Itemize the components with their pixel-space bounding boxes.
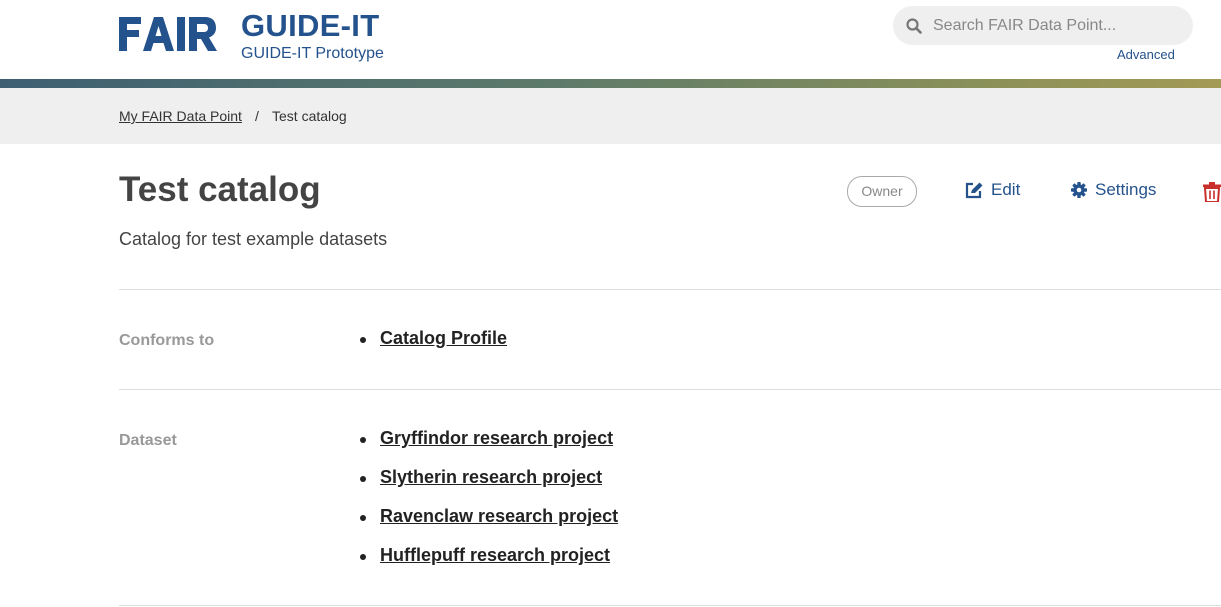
breadcrumb-separator: / [255,108,259,124]
divider [119,605,1221,606]
catalog-description: Catalog for test example datasets [119,229,388,249]
trash-icon[interactable] [1203,182,1221,202]
divider [119,289,1221,290]
breadcrumb: My FAIR Data Point / Test catalog [0,88,1221,144]
list-item: Gryffindor research project [360,428,618,467]
dataset-link-hufflepuff[interactable]: Hufflepuff research project [380,545,610,565]
advanced-search-link[interactable]: Advanced [1117,47,1175,62]
app-subtitle: GUIDE-IT Prototype [241,45,384,62]
settings-label: Settings [1095,180,1157,199]
site-header: GUIDE-IT GUIDE-IT Prototype Advanced [0,0,1221,79]
dataset-list: Gryffindor research project Slytherin re… [360,428,618,584]
dataset-link-ravenclaw[interactable]: Ravenclaw research project [380,506,618,526]
search-input[interactable] [933,6,1181,45]
gear-icon [1071,182,1087,198]
dataset-label: Dataset [119,432,177,449]
conforms-to-list: Catalog Profile [360,328,507,367]
dataset-link-gryffindor[interactable]: Gryffindor research project [380,428,613,448]
owner-badge: Owner [847,176,917,207]
edit-label: Edit [991,180,1021,199]
search-icon [906,18,922,34]
settings-button[interactable]: Settings [1071,180,1156,200]
list-item: Slytherin research project [360,467,618,506]
catalog-profile-link[interactable]: Catalog Profile [380,328,507,348]
edit-icon [965,182,983,198]
list-item: Catalog Profile [360,328,507,367]
dataset-link-slytherin[interactable]: Slytherin research project [380,467,602,487]
fair-logo[interactable] [119,17,217,51]
breadcrumb-root-link[interactable]: My FAIR Data Point [119,108,242,124]
conforms-to-label: Conforms to [119,332,215,349]
divider [119,389,1221,390]
app-title[interactable]: GUIDE-IT [241,8,379,44]
list-item: Ravenclaw research project [360,506,618,545]
header-stripe [0,79,1221,88]
breadcrumb-current: Test catalog [272,108,347,124]
search-box[interactable] [893,6,1193,45]
edit-button[interactable]: Edit [965,180,1020,200]
list-item: Hufflepuff research project [360,545,618,584]
page-title: Test catalog [119,170,321,209]
